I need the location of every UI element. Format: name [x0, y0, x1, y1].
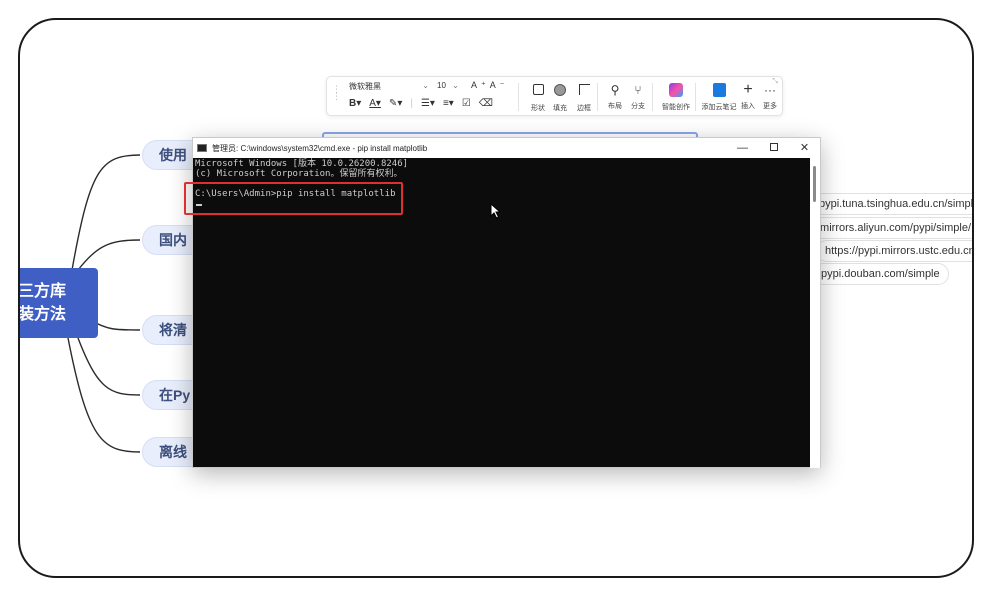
- cloud-note-button[interactable]: 添加云笔记: [700, 82, 738, 114]
- plus-icon: +: [743, 81, 753, 98]
- screen-frame: 三方库 装方法 使用 国内 将清 在Py 离线 pypi.tuna.tsingh…: [18, 18, 974, 578]
- root-line-2: 装方法: [18, 306, 67, 323]
- connector-4: [77, 337, 141, 396]
- close-button[interactable]: ✕: [789, 138, 820, 158]
- branch-label: 将清: [159, 322, 187, 338]
- cloud-note-label: 添加云笔记: [701, 104, 737, 111]
- mirror-url-text: /mirrors.aliyun.com/pypi/simple/: [817, 222, 972, 234]
- chevron-down-icon: ⌄: [422, 81, 429, 90]
- more-button[interactable]: ··· 更多: [758, 82, 782, 114]
- border-icon: [569, 84, 599, 100]
- toolbar-separator: [652, 83, 653, 111]
- cloud-note-icon: [700, 83, 738, 99]
- window-controls: — ✕: [727, 138, 820, 158]
- toolbar-separator: [695, 83, 696, 111]
- maximize-button[interactable]: [758, 138, 789, 158]
- console-line-copyright: (c) Microsoft Corporation。保留所有权利。: [195, 169, 403, 179]
- window-titlebar[interactable]: 管理员: C:\windows\system32\cmd.exe - pip i…: [193, 138, 820, 158]
- font-grow-shrink[interactable]: A⁺A⁻: [471, 80, 509, 91]
- font-size-select[interactable]: 10 ⌄: [437, 81, 459, 90]
- window-title: 管理员: C:\windows\system32\cmd.exe - pip i…: [212, 143, 428, 153]
- collapse-icon[interactable]: ⤡: [772, 78, 778, 86]
- connector-2: [77, 239, 141, 271]
- ai-create-label: 智能创作: [662, 104, 690, 111]
- branch-label: 离线: [159, 444, 187, 460]
- more-icon: ···: [764, 83, 776, 97]
- mirror-url-tsinghua[interactable]: pypi.tuna.tsinghua.edu.cn/simple: [810, 193, 974, 215]
- mouse-pointer-icon: [490, 203, 502, 219]
- mirror-url-ustc[interactable]: https://pypi.mirrors.ustc.edu.cn/: [816, 240, 974, 262]
- list-icon[interactable]: ☰▾: [421, 98, 435, 109]
- mirror-url-text: pypi.douban.com/simple: [821, 268, 940, 280]
- maximize-icon: [769, 143, 778, 152]
- font-size-value: 10: [437, 81, 446, 90]
- root-line-1: 三方库: [18, 283, 67, 300]
- minimize-button[interactable]: —: [727, 138, 758, 158]
- text-color-icon[interactable]: A▾: [369, 98, 381, 109]
- branch-label: 使用: [159, 147, 187, 163]
- insert-label: 插入: [741, 103, 755, 110]
- cmd-app-icon: [197, 144, 207, 152]
- ai-create-icon: [659, 83, 693, 99]
- align-icon[interactable]: ≡▾: [443, 98, 454, 109]
- toolbar-separator: [597, 83, 598, 111]
- command-highlight-box: [184, 182, 403, 215]
- clear-format-icon[interactable]: ⌫: [479, 98, 493, 109]
- connector-1: [71, 154, 141, 271]
- branch-label: 国内: [159, 232, 187, 248]
- mindmap-canvas: 三方库 装方法 使用 国内 将清 在Py 离线 pypi.tuna.tsingh…: [20, 20, 972, 576]
- format-toolbar: ⋮ ⋮ 微软雅黑 ⌄ 10 ⌄ A⁺A⁻ B▾ A▾ ✎▾ | ☰▾ ≡▾ ☑ ⌫: [326, 76, 783, 116]
- toolbar-separator: [518, 83, 519, 111]
- console-line-version: Microsoft Windows [版本 10.0.26200.8246]: [195, 159, 409, 169]
- branch-label: 分支: [631, 103, 645, 110]
- toolbar-divider: |: [410, 98, 413, 109]
- scrollbar-thumb[interactable]: [813, 166, 816, 202]
- more-label: 更多: [763, 103, 777, 110]
- font-family-select[interactable]: 微软雅黑 ⌄: [349, 81, 429, 95]
- text-format-row: B▾ A▾ ✎▾ | ☰▾ ≡▾ ☑ ⌫: [349, 98, 493, 109]
- vertical-scrollbar[interactable]: [810, 158, 820, 468]
- branch-icon: ⑂: [634, 83, 642, 97]
- branch-button[interactable]: ⑂ 分支: [623, 82, 653, 114]
- insert-button[interactable]: + 插入: [736, 82, 760, 114]
- ai-create-button[interactable]: 智能创作: [659, 82, 693, 114]
- mirror-url-text: pypi.tuna.tsinghua.edu.cn/simple: [819, 198, 974, 210]
- border-button[interactable]: 边框: [569, 82, 599, 114]
- font-family-value: 微软雅黑: [349, 82, 381, 91]
- checkbox-icon[interactable]: ☑: [462, 98, 471, 109]
- mirror-url-aliyun[interactable]: /mirrors.aliyun.com/pypi/simple/: [808, 217, 972, 239]
- font-shrink-icon[interactable]: A⁻: [490, 80, 509, 90]
- bold-icon[interactable]: B▾: [349, 98, 361, 109]
- border-label: 边框: [577, 105, 591, 112]
- root-node[interactable]: 三方库 装方法: [18, 268, 98, 338]
- highlight-pen-icon[interactable]: ✎▾: [389, 98, 402, 109]
- chevron-down-icon: ⌄: [452, 81, 459, 90]
- mirror-url-text: https://pypi.mirrors.ustc.edu.cn/: [825, 245, 974, 257]
- branch-label: 在Py: [159, 387, 191, 403]
- mirror-url-douban[interactable]: pypi.douban.com/simple: [812, 263, 949, 285]
- drag-handle-icon[interactable]: ⋮ ⋮: [332, 85, 341, 101]
- font-grow-icon[interactable]: A⁺: [471, 80, 490, 90]
